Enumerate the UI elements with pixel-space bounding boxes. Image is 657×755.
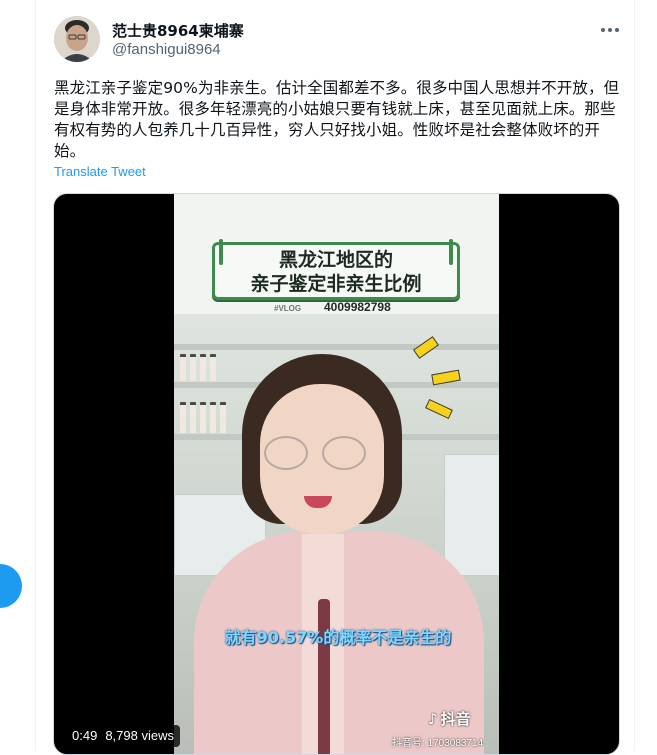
lab-instrument xyxy=(444,454,499,576)
video-stats-badge: 0:49 8,798 views xyxy=(66,725,180,747)
video-title-card: 黑龙江地区的 亲子鉴定非亲生比例 xyxy=(212,239,460,300)
user-handle[interactable]: @fanshigui8964 xyxy=(112,41,221,58)
video-duration: 0:49 xyxy=(72,728,98,743)
lab-bottle xyxy=(200,354,206,381)
title-line-2: 亲子鉴定非亲生比例 xyxy=(250,273,422,295)
douyin-logo-text: 抖音 xyxy=(440,710,471,728)
lab-bottle xyxy=(190,402,196,433)
tweet-text: 黑龙江亲子鉴定90%为非亲生。估计全国都差不多。很多中国人思想并不开放，但是身体… xyxy=(54,79,620,160)
title-line-1: 黑龙江地区的 xyxy=(278,249,393,271)
person-placket xyxy=(318,599,330,754)
avatar-photo xyxy=(54,16,100,62)
lab-bottle xyxy=(220,402,226,433)
column-border-right xyxy=(634,0,635,751)
pin-icon xyxy=(449,239,453,265)
more-horizontal-icon[interactable] xyxy=(598,20,622,40)
video-player[interactable]: 黑龙江地区的 亲子鉴定非亲生比例 #VLOG 4009982798 就有90.5… xyxy=(53,193,620,755)
phone-number: 4009982798 xyxy=(324,300,391,314)
video-subtitle: 就有90.57%的概率不是亲生的 xyxy=(224,628,452,647)
emphasis-burst-icon xyxy=(413,336,439,359)
lab-bottle xyxy=(210,354,216,381)
douyin-note-icon: ♪ xyxy=(428,710,438,728)
lab-bottle xyxy=(210,402,216,433)
lab-bottle xyxy=(190,354,196,381)
compose-tweet-button[interactable] xyxy=(0,564,22,608)
avatar[interactable] xyxy=(54,16,100,62)
glasses-icon xyxy=(264,436,308,470)
column-border-left xyxy=(35,0,36,751)
glasses-icon xyxy=(322,436,366,470)
view-count: 8,798 views xyxy=(105,728,174,743)
video-frame[interactable]: 黑龙江地区的 亲子鉴定非亲生比例 #VLOG 4009982798 就有90.5… xyxy=(174,194,499,754)
lab-shelf xyxy=(174,344,499,350)
display-name[interactable]: 范士贵8964柬埔寨 xyxy=(112,20,244,41)
lab-bottle xyxy=(180,354,186,381)
lab-bottle xyxy=(180,402,186,433)
douyin-id: 抖音号: 1703083714 xyxy=(392,738,484,749)
translate-tweet-link[interactable]: Translate Tweet xyxy=(54,164,146,179)
lab-bottle xyxy=(200,402,206,433)
emphasis-burst-icon xyxy=(425,398,453,420)
vlog-tag: #VLOG xyxy=(274,304,302,313)
pin-icon xyxy=(219,239,223,265)
douyin-watermark: ♪ 抖音 xyxy=(428,708,471,729)
